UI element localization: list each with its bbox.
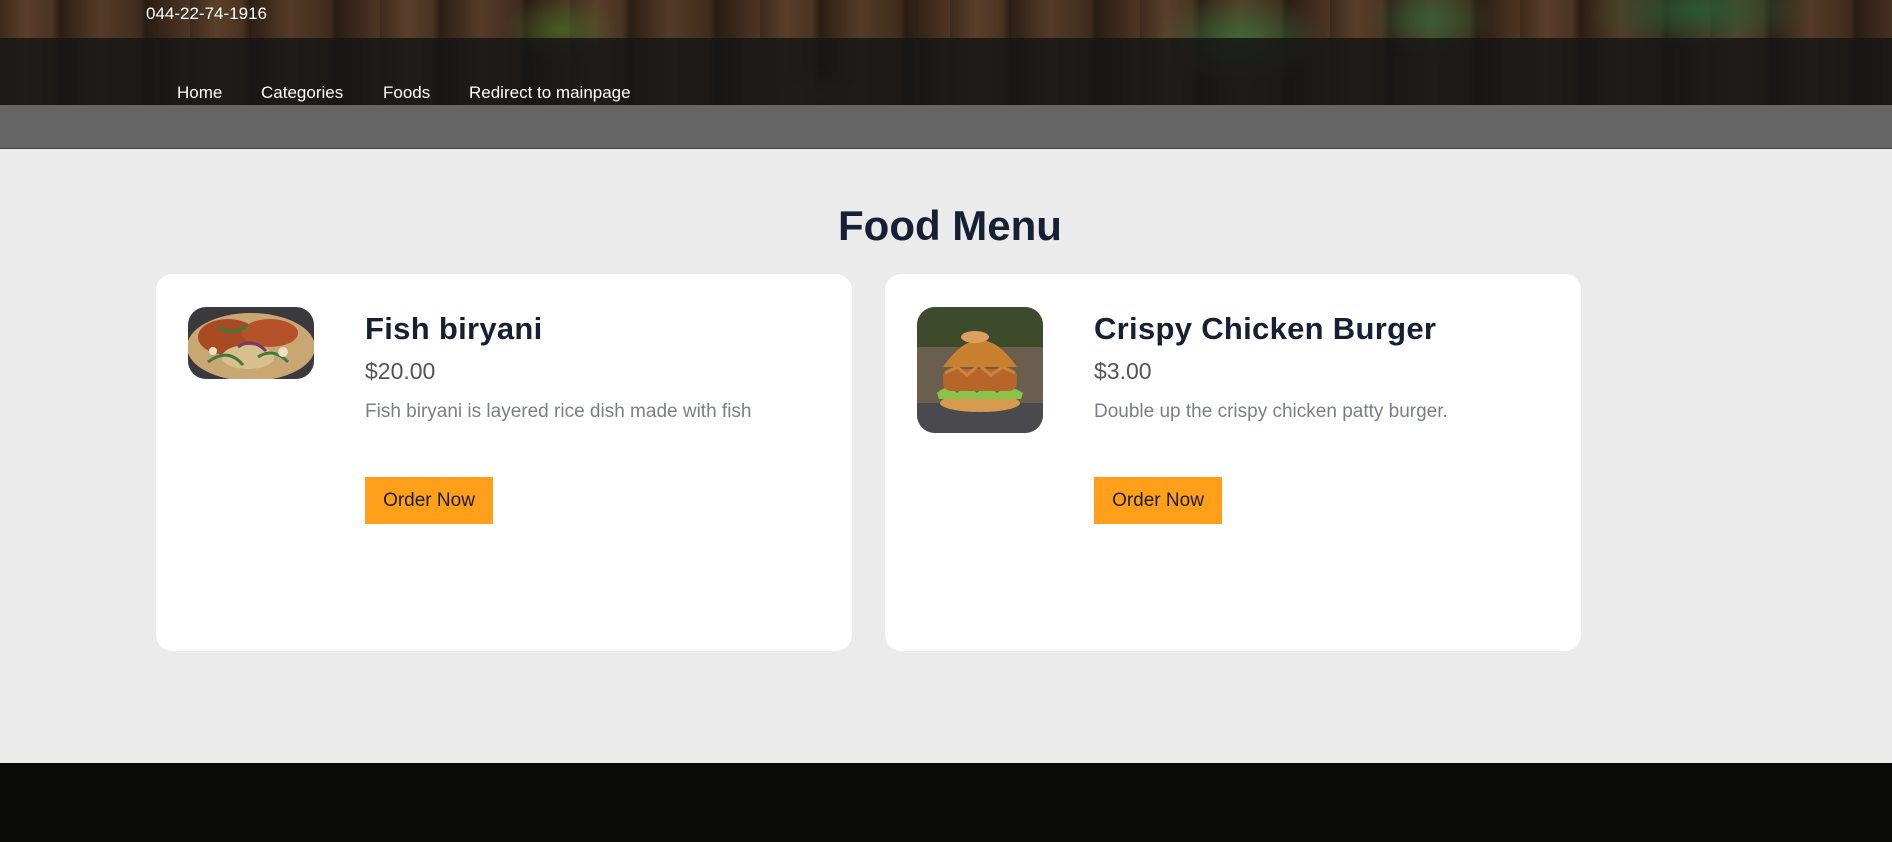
food-card-crispy-chicken-burger: Crispy Chicken Burger $3.00 Double up th… bbox=[885, 274, 1581, 651]
header-divider-band bbox=[0, 105, 1892, 149]
food-description: Fish biryani is layered rice dish made w… bbox=[365, 401, 752, 422]
fish-biryani-image bbox=[188, 307, 314, 379]
food-price: $20.00 bbox=[365, 358, 436, 384]
page-title: Food Menu bbox=[838, 202, 1062, 249]
order-now-button[interactable]: Order Now bbox=[365, 477, 493, 524]
nav-foods[interactable]: Foods bbox=[383, 83, 430, 103]
food-name: Fish biryani bbox=[365, 311, 543, 346]
top-info-bar: 044-22-74-1916 bbox=[0, 0, 1892, 38]
phone-number: 044-22-74-1916 bbox=[146, 4, 267, 23]
nav-home[interactable]: Home bbox=[177, 83, 222, 103]
order-now-button[interactable]: Order Now bbox=[1094, 477, 1222, 524]
nav-redirect-mainpage[interactable]: Redirect to mainpage bbox=[469, 83, 631, 103]
food-price: $3.00 bbox=[1094, 358, 1152, 384]
food-card-fish-biryani: Fish biryani $20.00 Fish biryani is laye… bbox=[156, 274, 852, 651]
header-banner: 044-22-74-1916 Home Categories Foods Red… bbox=[0, 0, 1892, 105]
food-name: Crispy Chicken Burger bbox=[1094, 311, 1437, 346]
main-navbar: Home Categories Foods Redirect to mainpa… bbox=[0, 38, 1892, 105]
chicken-burger-image bbox=[917, 307, 1043, 433]
nav-categories[interactable]: Categories bbox=[261, 83, 343, 103]
food-description: Double up the crispy chicken patty burge… bbox=[1094, 401, 1448, 422]
footer bbox=[0, 763, 1892, 842]
